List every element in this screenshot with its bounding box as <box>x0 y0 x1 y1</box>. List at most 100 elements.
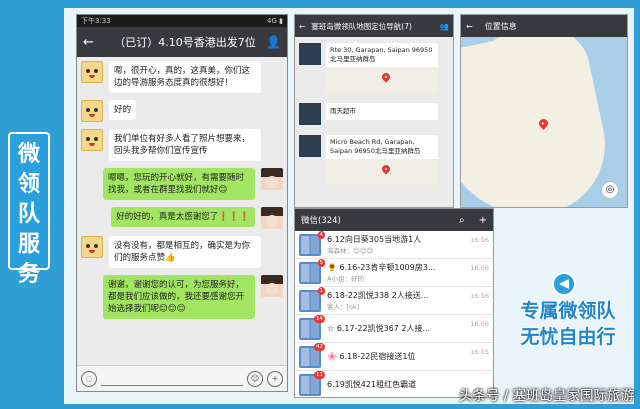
unread-badge: 14 <box>314 314 325 323</box>
message-incoming: 没有没有，都是相互的，确实是为你们的服务点赞👍 <box>81 236 283 268</box>
chat-list-info: 🌸 6.18-22民宿接送1位 <box>327 351 470 362</box>
side-banner-char: 务 <box>17 262 40 287</box>
back-arrow-icon[interactable]: ← <box>299 22 305 31</box>
message-bubble[interactable]: 没有没有，都是相互的，确实是为你们的服务点赞👍 <box>109 236 261 268</box>
map-screen: ← 位置信息 ◎ <box>460 14 628 208</box>
avatar[interactable] <box>81 100 103 122</box>
person-icon[interactable]: 👤 <box>263 35 281 49</box>
watermark: 头条号 / 塞班岛皇家国际旅游 <box>458 388 634 404</box>
chat-list-item[interactable]: 14 ☆ 6.17-22凯悦367 2人接... 16:06 <box>295 314 493 343</box>
avatar[interactable] <box>299 103 321 125</box>
locate-me-icon[interactable]: ◎ <box>601 181 619 199</box>
group-avatar: 14 <box>299 314 325 340</box>
message-bubble[interactable]: 我们单位有好多人看了照片想要来，回头我多帮你们宣传宣传 <box>109 129 261 161</box>
avatar[interactable] <box>299 135 321 157</box>
chat-list-name: 🌻 6.16-23肯辛顿1009房3... <box>327 263 436 272</box>
message-bubble[interactable]: 嗯嗯，您玩的开心就好，有需要随时找我，或者在群里找我们就好😊 <box>103 168 255 200</box>
chat-screen: 下午3:33 4G ▮ ← （已订）4.10号香港出发7位 👤 嗯，很开心，真的… <box>76 14 288 392</box>
location-message: Micro Beach Rd, Garapan, Saipan 96950北马里… <box>299 135 449 185</box>
message-incoming: 好的 <box>81 100 283 122</box>
group-avatar: 1 <box>299 286 325 312</box>
side-banner-char: 队 <box>17 202 40 227</box>
chat-list-time: 16:06 <box>470 236 489 244</box>
chat-list-time: 16:06 <box>470 292 489 300</box>
map-topbar: ← 位置信息 <box>461 15 627 37</box>
chat-list-item[interactable]: 5 🌻 6.16-23肯辛顿1009房3... A小姐：好的 16:06 <box>295 258 493 287</box>
chat-list-name: 6.18-22凯悦338 2人接送... <box>327 291 429 300</box>
group-avatar: 5 <box>299 258 325 284</box>
side-banner-char: 微 <box>17 142 40 167</box>
location-card[interactable]: Rte 30, Garapan, Saipan 96950北马里亚纳群岛 <box>326 43 438 93</box>
unread-badge: 1 <box>317 286 325 295</box>
side-banner-char: 服 <box>17 232 40 257</box>
chat-list-item[interactable]: 42 🌸 6.18-22民宿接送1位 16:05 <box>295 342 493 371</box>
chat-list-preview: A小姐：好的 <box>327 275 364 283</box>
add-icon[interactable]: + <box>479 215 487 226</box>
promo-line: 无忧自由行 <box>520 326 616 348</box>
chat-list-time: 16:06 <box>470 320 489 328</box>
voice-icon[interactable]: ◌ <box>81 370 97 387</box>
message-bubble[interactable]: 嗯，很开心，真的，这真美，你们这边的导游服务态度真的很想好！ <box>109 61 261 93</box>
chat-list-item[interactable]: 1 6.18-22凯悦338 2人接送... 客人：[ok] 16:06 <box>295 286 493 315</box>
unread-badge: 4 <box>317 230 325 239</box>
emoji-icon[interactable]: ☺ <box>247 370 263 387</box>
location-card[interactable]: 雨天超市 <box>326 103 438 120</box>
chat-list-preview: 客人：[ok] <box>327 303 360 311</box>
group-avatar: 42 <box>299 342 325 368</box>
side-banner-char: 领 <box>17 172 40 197</box>
chat-list-info: 6.12向日葵305当地游1人 海森林：😊😊😊 <box>327 234 470 255</box>
location-card[interactable]: Micro Beach Rd, Garapan, Saipan 96950北马里… <box>326 135 438 185</box>
message-outgoing: 好的好的，真是太感谢您了❗❗❗ <box>81 207 283 229</box>
location-message: Rte 30, Garapan, Saipan 96950北马里亚纳群岛 <box>299 43 449 93</box>
chat-list-info: 🌻 6.16-23肯辛顿1009房3... A小姐：好的 <box>327 262 470 283</box>
chat-topbar: ← （已订）4.10号香港出发7位 👤 <box>77 27 287 57</box>
back-arrow-icon[interactable]: ← <box>83 35 107 50</box>
side-banner: 微 领 队 服 务 <box>8 132 50 287</box>
promo-line: 专属微领队 <box>520 300 616 322</box>
avatar[interactable] <box>261 168 283 190</box>
map-land[interactable] <box>481 35 571 95</box>
chat-list-item[interactable]: 4 6.12向日葵305当地游1人 海森林：😊😊😊 16:06 <box>295 230 493 259</box>
wechat-list-screen: 微信(324) ⌕ + 4 6.12向日葵305当地游1人 海森林：😊😊😊 16… <box>294 208 494 398</box>
search-icon[interactable]: ⌕ <box>459 215 465 226</box>
message-outgoing: 谢谢，谢谢您的认可，为您服务好，都是我们应该做的，我还要感谢您开始选择我们呢😊😊… <box>81 275 283 319</box>
avatar[interactable] <box>261 275 283 297</box>
chat-title: （已订）4.10号香港出发7位 <box>114 36 256 49</box>
status-time: 下午3:33 <box>81 17 111 25</box>
chat-list-preview: 海森林：😊😊😊 <box>327 247 374 255</box>
message-incoming: 嗯，很开心，真的，这真美，你们这边的导游服务态度真的很想好！ <box>81 61 283 93</box>
chat-list-info: ☆ 6.17-22凯悦367 2人接... <box>327 323 470 334</box>
avatar[interactable] <box>261 207 283 229</box>
message-bubble[interactable]: 好的好的，真是太感谢您了❗❗❗ <box>111 207 255 227</box>
message-outgoing: 嗯嗯，您玩的开心就好，有需要随时找我，或者在群里找我们就好😊 <box>81 168 283 200</box>
promo-slogan: 专属微领队 无忧自由行 <box>504 298 632 350</box>
avatar[interactable] <box>81 129 103 151</box>
message-input[interactable] <box>101 372 243 386</box>
wechat-title: 微信(324) <box>301 216 341 226</box>
chat-list-name: ☆ 6.17-22凯悦367 2人接... <box>327 324 431 333</box>
avatar[interactable] <box>81 61 103 83</box>
location-message: 雨天超市 <box>299 103 449 125</box>
group-location-screen: ← 塞班岛微领队地图定位导航(7) 👥 Rte 30, Garapan, Sai… <box>294 14 454 208</box>
message-incoming: 我们单位有好多人看了照片想要来，回头我多帮你们宣传宣传 <box>81 129 283 161</box>
chat-list-info: 6.18-22凯悦338 2人接送... 客人：[ok] <box>327 290 470 311</box>
group-topbar: ← 塞班岛微领队地图定位导航(7) 👥 <box>295 15 453 37</box>
group-members-icon[interactable]: 👥 <box>440 22 449 31</box>
group-avatar: 4 <box>299 230 325 256</box>
message-list: 嗯，很开心，真的，这真美，你们这边的导游服务态度真的很想好！ 好的 我们单位有好… <box>77 57 287 330</box>
message-bubble[interactable]: 谢谢，谢谢您的认可，为您服务好，都是我们应该做的，我还要感谢您开始选择我们呢😊😊… <box>103 275 255 319</box>
chat-list-time: 16:06 <box>470 264 489 272</box>
location-address: Micro Beach Rd, Garapan, Saipan 96950北马里… <box>330 138 421 155</box>
unread-badge: 11 <box>314 370 325 379</box>
location-address: Rte 30, Garapan, Saipan 96950北马里亚纳群岛 <box>330 46 433 63</box>
location-map-preview <box>326 159 438 185</box>
avatar[interactable] <box>81 236 103 258</box>
avatar[interactable] <box>299 43 321 65</box>
chat-list-name: 🌸 6.18-22民宿接送1位 <box>327 352 416 361</box>
play-arrow-icon <box>552 272 576 296</box>
back-arrow-icon[interactable]: ← <box>466 22 473 31</box>
plus-icon[interactable]: + <box>267 370 283 387</box>
chat-list-time: 16:05 <box>470 348 489 356</box>
status-bar: 下午3:33 4G ▮ <box>77 15 287 27</box>
message-bubble[interactable]: 好的 <box>109 100 137 120</box>
